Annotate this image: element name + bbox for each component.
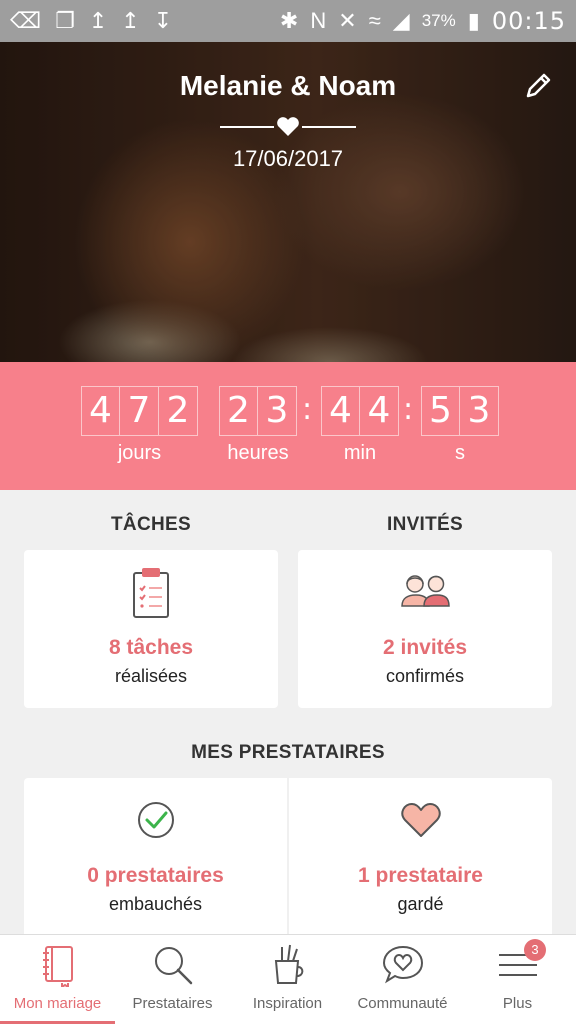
heart-divider-icon <box>220 117 356 136</box>
clipboard-checklist-icon <box>133 568 169 618</box>
couple-photo: Melanie & Noam 17/06/2017 <box>0 42 576 362</box>
heart-icon <box>400 803 441 837</box>
download-icon: ↧ <box>153 8 173 33</box>
nav-item-plus[interactable]: 3 Plus <box>460 935 575 1024</box>
saved-vendors-count: 1 prestataire <box>358 864 483 887</box>
countdown-separator: : <box>302 392 313 427</box>
nav-label: Mon mariage <box>13 995 102 1012</box>
brushes-icon <box>274 944 303 984</box>
countdown-label-seconds: s <box>455 442 465 464</box>
countdown-seconds: 5 3 <box>421 386 499 436</box>
countdown-minutes: 4 4 <box>321 386 399 436</box>
nav-label: Inspiration <box>252 995 323 1012</box>
countdown-days: 4 7 2 <box>81 386 198 436</box>
countdown-digit: 4 <box>81 386 120 436</box>
keyboard-icon: ⌫ <box>10 8 42 33</box>
countdown-hours: 2 3 <box>219 386 297 436</box>
tasks-count: 8 tâches <box>108 636 194 659</box>
battery-icon: ▮ <box>467 8 480 33</box>
hired-vendors-count: 0 prestataires <box>87 864 224 887</box>
nav-item-prestataires[interactable]: Prestataires <box>115 935 230 1024</box>
notification-badge: 3 <box>524 939 546 961</box>
mute-icon: ✕ <box>338 8 357 33</box>
couple-names: Melanie & Noam <box>179 70 397 101</box>
countdown-banner: 4 7 2 2 3 : 4 4 : 5 3 jours heures min s <box>0 362 576 490</box>
guests-count: 2 invités <box>382 636 468 659</box>
nav-item-communaute[interactable]: Communauté <box>345 935 460 1024</box>
upload-icon: ↥ <box>88 8 108 33</box>
nav-item-inspiration[interactable]: Inspiration <box>230 935 345 1024</box>
nav-item-mon-mariage[interactable]: Mon mariage <box>0 935 115 1024</box>
guests-subtitle: confirmés <box>385 666 465 686</box>
status-bar: ⌫ ❐ ↥ ↥ ↧ ✱ N ✕ ≈ ◢ 37% ▮ 00:15 <box>0 0 576 42</box>
countdown-digit: 3 <box>460 386 499 436</box>
countdown-digit: 4 <box>360 386 399 436</box>
battery-level: 37% <box>421 11 456 30</box>
countdown-digit: 2 <box>219 386 258 436</box>
clock: 00:15 <box>491 7 566 35</box>
wifi-icon: ≈ <box>368 8 381 33</box>
saved-vendors-subtitle: gardé <box>397 894 444 914</box>
nav-label: Plus <box>502 995 533 1012</box>
countdown-label-minutes: min <box>343 442 377 464</box>
search-icon <box>154 947 192 985</box>
countdown-digit: 7 <box>120 386 159 436</box>
upload-icon: ↥ <box>121 8 140 33</box>
chat-heart-icon <box>382 945 423 984</box>
countdown-label-hours: heures <box>227 442 289 464</box>
countdown-digit: 5 <box>421 386 460 436</box>
nfc-icon: N <box>310 8 327 33</box>
countdown-separator: : <box>403 392 414 427</box>
countdown-digit: 3 <box>258 386 297 436</box>
countdown-digit: 2 <box>159 386 198 436</box>
tasks-title: TÂCHES <box>111 514 191 535</box>
hired-vendors-card[interactable]: 0 prestataires embauchés <box>24 778 287 938</box>
guests-couple-icon <box>401 575 450 607</box>
tasks-subtitle: réalisées <box>114 666 188 686</box>
pencil-edit-icon[interactable] <box>522 70 554 102</box>
bottom-navigation: Mon mariage Prestataires Inspiration Com… <box>0 934 576 1024</box>
signal-icon: ◢ <box>392 8 410 33</box>
wedding-date: 17/06/2017 <box>232 146 344 171</box>
check-circle-icon <box>137 802 174 838</box>
nav-label: Communauté <box>357 995 448 1012</box>
nav-label: Prestataires <box>132 995 213 1012</box>
tasks-card[interactable]: 8 tâches réalisées <box>24 550 278 708</box>
guests-card[interactable]: 2 invités confirmés <box>298 550 552 708</box>
bluetooth-icon: ✱ <box>279 8 299 33</box>
vendors-title: MES PRESTATAIRES <box>191 742 385 763</box>
hired-vendors-subtitle: embauchés <box>108 894 203 914</box>
guests-title: INVITÉS <box>386 514 463 535</box>
copy-icon: ❐ <box>55 8 75 33</box>
notebook-icon <box>42 946 73 987</box>
saved-vendors-card[interactable]: 1 prestataire gardé <box>289 778 552 938</box>
countdown-digit: 4 <box>321 386 360 436</box>
countdown-label-days: jours <box>117 442 162 464</box>
